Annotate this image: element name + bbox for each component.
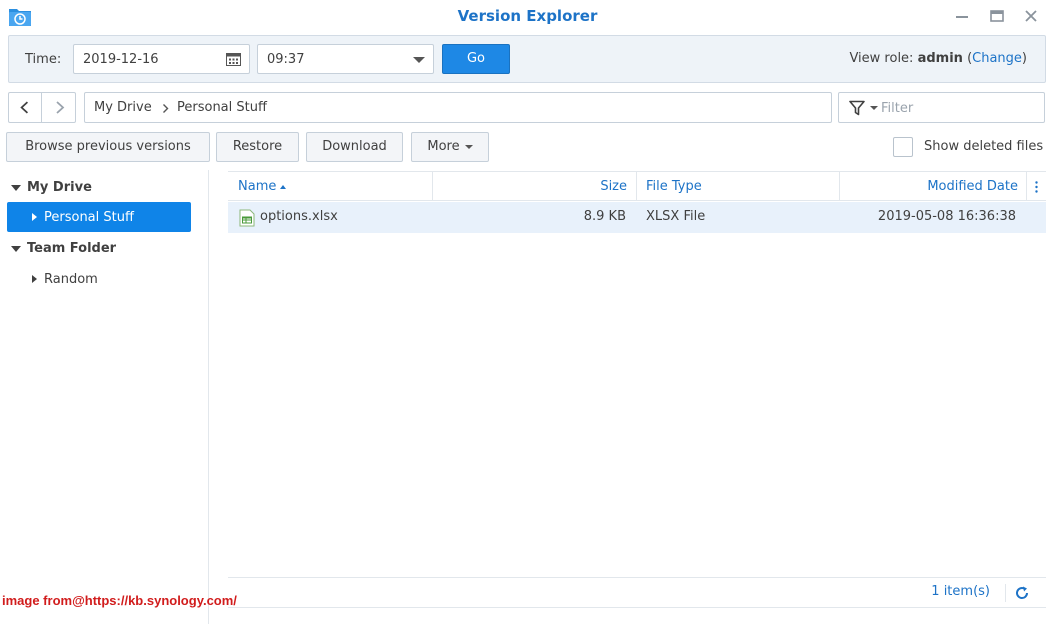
show-deleted-label[interactable]: Show deleted files	[924, 139, 1043, 154]
time-panel: Time: 2019-12-16 09:37 Go View role: adm…	[8, 35, 1046, 83]
tree-item-label: My Drive	[27, 180, 92, 195]
show-deleted-checkbox[interactable]	[893, 137, 913, 157]
restore-button[interactable]: Restore	[216, 132, 299, 162]
minimize-icon[interactable]	[952, 6, 972, 26]
breadcrumb: My Drive Personal Stuff	[84, 92, 832, 123]
browse-previous-versions-button[interactable]: Browse previous versions	[6, 132, 210, 162]
chevron-down-icon	[464, 144, 473, 149]
history-nav	[8, 92, 76, 123]
expand-right-icon[interactable]	[32, 213, 37, 221]
more-label: More	[427, 139, 460, 154]
tree-item-label: Personal Stuff	[44, 210, 134, 225]
column-divider[interactable]	[636, 172, 637, 201]
close-icon[interactable]	[1021, 6, 1041, 26]
breadcrumb-personal-stuff[interactable]: Personal Stuff	[177, 100, 267, 115]
tree-item-team-folder[interactable]: Team Folder	[7, 233, 191, 263]
view-role-user: admin	[917, 51, 963, 66]
file-grid: Name Size File Type Modified Date option…	[228, 171, 1046, 577]
time-label: Time:	[25, 52, 62, 67]
view-role: View role: admin (Change)	[849, 51, 1027, 66]
download-button[interactable]: Download	[306, 132, 403, 162]
item-count: 1 item(s)	[931, 584, 990, 599]
expand-down-icon[interactable]	[11, 185, 21, 191]
tree-item-my-drive[interactable]: My Drive	[7, 172, 191, 202]
column-name-label: Name	[238, 179, 277, 194]
refresh-icon[interactable]	[1014, 585, 1030, 601]
source-watermark: image from@https://kb.synology.com/	[2, 593, 237, 608]
forward-icon[interactable]	[43, 93, 76, 122]
more-button[interactable]: More	[411, 132, 489, 162]
expand-down-icon[interactable]	[11, 246, 21, 252]
column-divider[interactable]	[432, 172, 433, 201]
grid-footer: 1 item(s)	[228, 577, 1046, 608]
date-field[interactable]: 2019-12-16	[73, 44, 250, 74]
change-role-link[interactable]: Change	[972, 51, 1022, 66]
folder-tree: My Drive Personal Stuff Team Folder Rand…	[0, 170, 209, 624]
time-value: 09:37	[267, 52, 305, 67]
spreadsheet-file-icon	[239, 209, 255, 227]
tree-item-label: Random	[44, 272, 98, 287]
column-menu-icon[interactable]	[1035, 181, 1038, 193]
column-header-file-type[interactable]: File Type	[646, 179, 702, 194]
file-modified-date: 2019-05-08 16:36:38	[877, 209, 1016, 224]
footer-divider	[1005, 584, 1006, 602]
grid-header: Name Size File Type Modified Date	[228, 171, 1046, 201]
time-select[interactable]: 09:37	[257, 44, 434, 74]
column-divider[interactable]	[839, 172, 840, 201]
filter-field[interactable]	[838, 92, 1045, 123]
tree-item-label: Team Folder	[27, 241, 117, 256]
view-role-label: View role:	[849, 51, 914, 66]
title-bar: Version Explorer	[0, 0, 1055, 33]
file-size: 8.9 KB	[583, 209, 626, 224]
column-header-name[interactable]: Name	[238, 179, 287, 194]
tree-item-random[interactable]: Random	[7, 264, 191, 294]
calendar-icon[interactable]	[226, 53, 241, 66]
filter-icon[interactable]	[849, 100, 865, 116]
back-icon[interactable]	[9, 93, 42, 122]
column-header-modified-date[interactable]: Modified Date	[927, 179, 1018, 194]
date-value: 2019-12-16	[83, 52, 159, 67]
file-name: options.xlsx	[260, 209, 338, 224]
maximize-icon[interactable]	[987, 6, 1007, 26]
table-row[interactable]: options.xlsx 8.9 KB XLSX File 2019-05-08…	[228, 202, 1046, 233]
paren-close: )	[1021, 51, 1027, 66]
tree-item-personal-stuff[interactable]: Personal Stuff	[7, 202, 191, 232]
breadcrumb-my-drive[interactable]: My Drive	[94, 100, 152, 115]
chevron-down-icon	[413, 57, 425, 63]
go-button[interactable]: Go	[442, 44, 510, 74]
expand-right-icon[interactable]	[32, 275, 37, 283]
chevron-right-icon	[163, 104, 169, 113]
column-header-size[interactable]: Size	[600, 179, 627, 194]
column-divider[interactable]	[1026, 172, 1027, 201]
file-type: XLSX File	[646, 209, 706, 224]
sort-ascending-icon	[280, 184, 287, 189]
filter-caret-icon[interactable]	[870, 106, 878, 110]
filter-input[interactable]	[881, 98, 1031, 118]
window-title: Version Explorer	[457, 7, 598, 25]
